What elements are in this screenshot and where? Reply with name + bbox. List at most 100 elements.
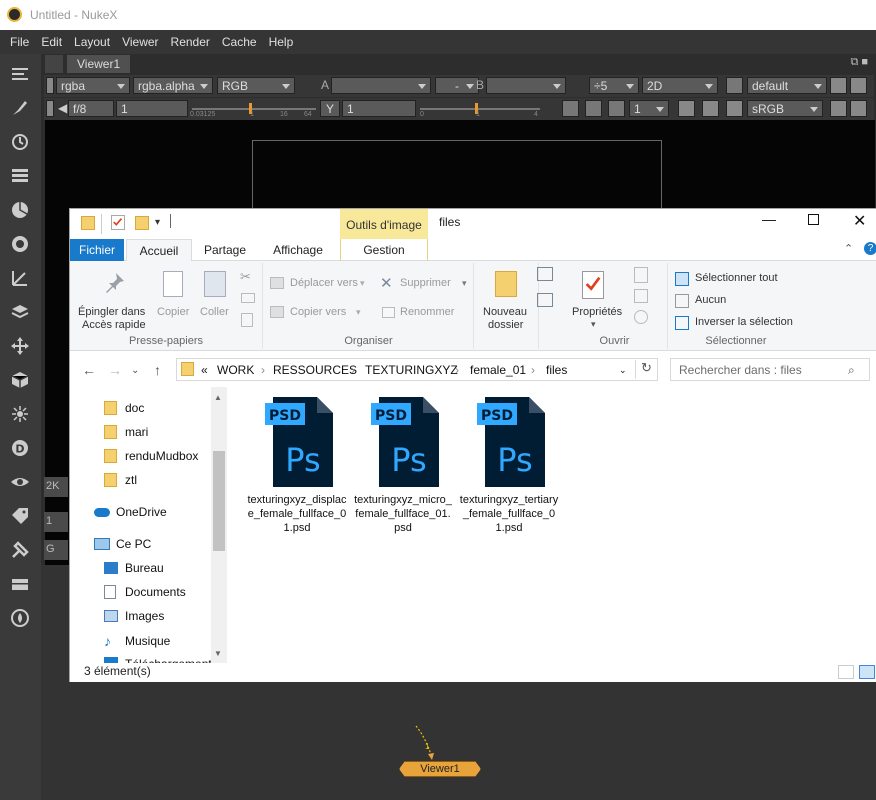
clipboard-icon[interactable] [204, 271, 226, 297]
compare-mode-dropdown[interactable]: - [435, 77, 479, 94]
scrollbar-thumb[interactable] [213, 451, 225, 551]
copy-to-icon[interactable] [270, 306, 284, 318]
properties-icon[interactable] [582, 271, 604, 299]
move-to-icon[interactable] [270, 277, 284, 289]
gamma-field[interactable]: 1 [342, 100, 416, 117]
open-icon[interactable] [634, 267, 648, 283]
chevron-down-icon[interactable]: ⌄ [619, 365, 627, 376]
breadcrumb-texturingxyz[interactable]: TEXTURINGXYZ [365, 363, 458, 377]
proxy-icon[interactable] [608, 100, 625, 117]
up-arrow-icon[interactable]: ↑ [154, 362, 161, 378]
draw-brush-icon[interactable] [9, 98, 31, 118]
g-button[interactable]: G [44, 540, 68, 560]
breadcrumb-separator[interactable]: › [531, 363, 535, 377]
refresh-gear-icon[interactable] [678, 100, 695, 117]
copy-icon[interactable] [163, 271, 183, 297]
gain-field[interactable]: 1 [116, 100, 188, 117]
display-mode-dropdown[interactable]: RGB [217, 77, 295, 94]
tab-partage[interactable]: Partage [196, 239, 254, 261]
delete-button[interactable]: Supprimer [400, 277, 451, 289]
deep-d-icon[interactable]: D [9, 438, 31, 458]
view-eye-icon[interactable] [9, 472, 31, 492]
collapse-ribbon-icon[interactable]: ⌃ [844, 242, 853, 255]
nav-folder-rendumudbox[interactable]: renduMudbox [104, 449, 198, 463]
a-input-dropdown[interactable] [331, 77, 431, 94]
easy-access-icon[interactable] [537, 293, 553, 307]
breadcrumb-female01[interactable]: female_01 [470, 363, 526, 377]
select-none-icon[interactable] [675, 294, 689, 308]
fstop-field[interactable]: f/8 [68, 100, 114, 117]
metadata-tag-icon[interactable] [9, 506, 31, 526]
menu-edit[interactable]: Edit [41, 35, 62, 49]
frame-field[interactable]: 1 [44, 512, 68, 532]
nav-folder-doc[interactable]: doc [104, 401, 144, 415]
new-folder-icon[interactable] [495, 271, 517, 297]
minimize-icon[interactable]: — [762, 211, 776, 227]
roi-icon[interactable] [830, 77, 847, 94]
b-input-dropdown[interactable] [486, 77, 566, 94]
colorspace-dropdown[interactable]: sRGB [747, 100, 823, 117]
view-mode-dropdown[interactable]: 2D [642, 77, 718, 94]
checklist-icon[interactable] [111, 215, 125, 230]
select-none-button[interactable]: Aucun [695, 294, 726, 306]
select-all-icon[interactable] [675, 272, 689, 286]
breadcrumb-separator[interactable]: › [261, 363, 265, 377]
downrez-dropdown[interactable]: ÷5 [589, 77, 639, 94]
pause-icon[interactable] [726, 100, 743, 117]
recent-locations-icon[interactable]: ⌄ [131, 365, 139, 376]
paste-shortcut-icon[interactable] [241, 313, 253, 327]
ocula-flame-icon[interactable] [9, 608, 31, 628]
delete-x-icon[interactable]: ✕ [380, 274, 393, 292]
history-icon[interactable] [634, 310, 648, 324]
update-icon[interactable] [702, 100, 719, 117]
alpha-channel-dropdown[interactable]: rgba.alpha [133, 77, 213, 94]
pin-label[interactable]: Épingler dans [78, 306, 145, 318]
nav-pictures[interactable]: Images [104, 609, 164, 623]
image-io-icon[interactable] [9, 64, 31, 84]
chevron-down-icon[interactable]: ▾ [591, 319, 596, 330]
menu-viewer[interactable]: Viewer [122, 35, 158, 49]
breadcrumb-files[interactable]: files [546, 363, 567, 377]
customize-quick-access-icon[interactable]: ▾ [155, 217, 160, 228]
hatch-icon[interactable] [850, 100, 867, 117]
menu-file[interactable]: File [10, 35, 29, 49]
transform-move-icon[interactable] [9, 336, 31, 356]
nav-desktop[interactable]: Bureau [104, 561, 164, 575]
search-icon[interactable]: ⌕ [848, 363, 855, 378]
address-bar[interactable]: « WORK › RESSOURCES › TEXTURINGXYZ › fem… [176, 358, 658, 381]
copy-button[interactable]: Copier [157, 306, 189, 318]
other-tools-icon[interactable] [9, 540, 31, 560]
nav-this-pc[interactable]: Ce PC [94, 537, 151, 551]
tab-fichier[interactable]: Fichier [70, 239, 124, 261]
menu-layout[interactable]: Layout [74, 35, 110, 49]
refresh-icon[interactable]: ↻ [635, 360, 657, 379]
breadcrumb-overflow[interactable]: « [201, 363, 208, 377]
tab-accueil[interactable]: Accueil [126, 239, 192, 262]
breadcrumb-separator[interactable]: › [455, 363, 459, 377]
nav-documents[interactable]: Documents [104, 585, 186, 599]
large-icons-view-icon[interactable] [859, 665, 875, 679]
color-wheel-icon[interactable] [9, 200, 31, 220]
nav-music[interactable]: ♪ Musique [104, 633, 170, 649]
time-clock-icon[interactable] [9, 132, 31, 152]
region-icon[interactable] [562, 100, 579, 117]
new-folder-label-2[interactable]: dossier [488, 319, 523, 331]
invert-selection-icon[interactable] [675, 316, 689, 330]
prev-stop-icon[interactable]: ◀ [56, 100, 67, 117]
copy-path-icon[interactable] [241, 293, 255, 303]
pin-label-2[interactable]: Accès rapide [82, 319, 146, 331]
forward-arrow-icon[interactable]: → [108, 362, 122, 378]
panel-grip[interactable] [45, 55, 63, 73]
menu-render[interactable]: Render [171, 35, 210, 49]
paste-button[interactable]: Coller [200, 306, 229, 318]
chevron-down-icon[interactable]: ▾ [356, 307, 361, 318]
viewer1-node[interactable]: Viewer1 [399, 761, 481, 777]
particles-icon[interactable] [9, 404, 31, 424]
nav-scrollbar[interactable]: ▲ ▼ [211, 387, 227, 663]
scroll-down-icon[interactable]: ▼ [214, 649, 222, 658]
channels-dropdown[interactable]: rgba [56, 77, 130, 94]
details-view-icon[interactable] [838, 665, 854, 679]
overlay-icon[interactable] [585, 100, 602, 117]
filter-sphere-icon[interactable] [9, 234, 31, 254]
tab-affichage[interactable]: Affichage [265, 239, 331, 261]
